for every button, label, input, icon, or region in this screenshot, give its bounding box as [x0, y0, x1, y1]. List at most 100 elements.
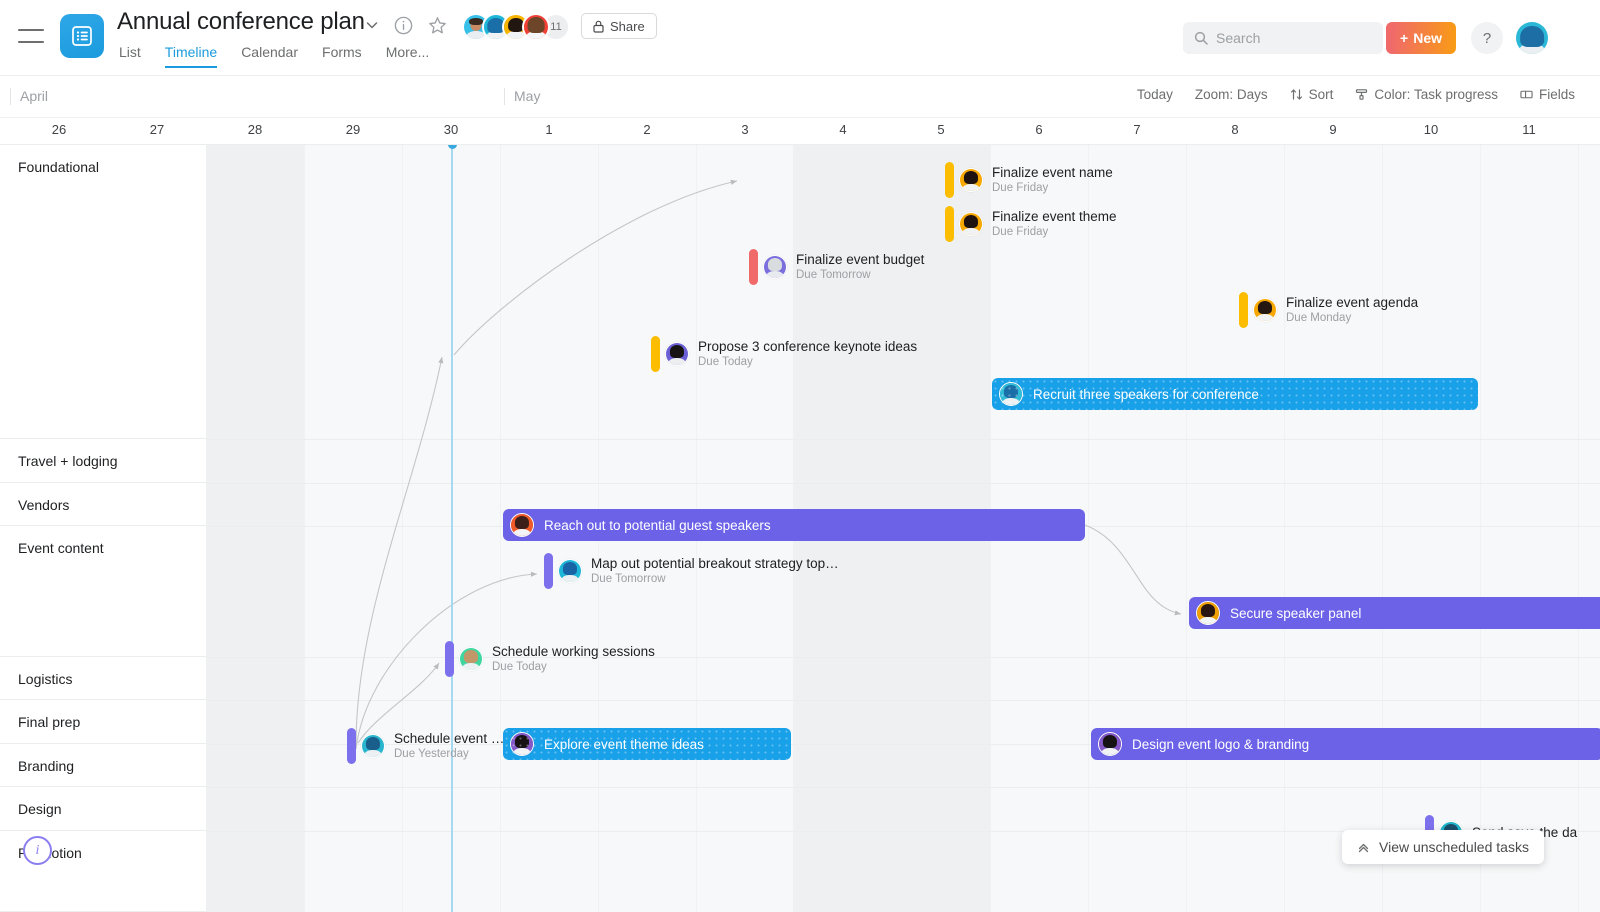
- menu-hamburger-icon[interactable]: [18, 26, 44, 46]
- view-tabs: List Timeline Calendar Forms More...: [119, 44, 429, 68]
- task-schedule-event-truncated[interactable]: Schedule event … Due Yesterday: [347, 728, 504, 764]
- row-label-travel-lodging[interactable]: Travel + lodging: [0, 439, 206, 483]
- row-label-foundational[interactable]: Foundational: [0, 145, 206, 439]
- row-label-design[interactable]: Design: [0, 787, 206, 831]
- tab-calendar[interactable]: Calendar: [241, 44, 298, 68]
- top-bar: Annual conference plan 11 Share List Tim…: [0, 0, 1600, 76]
- task-propose-keynote-ideas[interactable]: Propose 3 conference keynote ideas Due To…: [651, 336, 917, 372]
- view-unscheduled-tasks-button[interactable]: View unscheduled tasks: [1342, 830, 1544, 864]
- star-icon[interactable]: [427, 15, 449, 37]
- task-finalize-event-agenda[interactable]: Finalize event agenda Due Monday: [1239, 292, 1418, 328]
- task-title: Recruit three speakers for conference: [1033, 386, 1259, 402]
- row-label-final-prep[interactable]: Final prep: [0, 700, 206, 744]
- tab-forms[interactable]: Forms: [322, 44, 362, 68]
- new-button[interactable]: + New: [1386, 22, 1456, 54]
- share-label: Share: [610, 18, 645, 34]
- day-gridline: [500, 145, 501, 912]
- task-progress-stub[interactable]: [945, 206, 954, 242]
- timeline-toolbar: April May Today Zoom: Days Sort Color: T…: [0, 76, 1600, 118]
- task-title: Finalize event agenda: [1286, 294, 1419, 310]
- search-box[interactable]: [1183, 22, 1383, 54]
- row-label-vendors[interactable]: Vendors: [0, 483, 206, 526]
- task-reach-out-guest-speakers[interactable]: Reach out to potential guest speakers: [503, 509, 1085, 541]
- task-title: Secure speaker panel: [1230, 605, 1362, 621]
- assignee-avatar: [665, 342, 689, 366]
- assignee-avatar: [959, 168, 983, 192]
- task-text: Finalize event agenda Due Monday: [1286, 295, 1418, 326]
- toolbar-actions: Today Zoom: Days Sort Color: Task progre…: [1137, 87, 1575, 102]
- task-text: Schedule working sessions Due Today: [492, 644, 655, 675]
- project-icon: [60, 14, 104, 58]
- tab-timeline[interactable]: Timeline: [164, 44, 218, 68]
- assignee-avatar: [510, 732, 534, 756]
- task-due-date: Due Yesterday: [394, 747, 469, 760]
- day-tick-11: 11: [1522, 122, 1536, 137]
- day-tick-29: 29: [345, 122, 361, 137]
- sort-button[interactable]: Sort: [1290, 87, 1333, 102]
- task-title: Reach out to potential guest speakers: [544, 517, 771, 533]
- task-recruit-three-speakers[interactable]: Recruit three speakers for conference: [992, 378, 1478, 410]
- task-text: Map out potential breakout strategy top……: [591, 556, 839, 587]
- task-bar[interactable]: Secure speaker panel: [1189, 597, 1600, 629]
- task-progress-stub[interactable]: [651, 336, 660, 372]
- task-schedule-working-sessions[interactable]: Schedule working sessions Due Today: [445, 641, 655, 677]
- today-button[interactable]: Today: [1137, 87, 1173, 102]
- assignee-avatar: [510, 513, 534, 537]
- task-finalize-event-budget[interactable]: Finalize event budget Due Tomorrow: [749, 249, 924, 285]
- assignee-avatar: [1196, 601, 1220, 625]
- task-bar[interactable]: Reach out to potential guest speakers: [503, 509, 1085, 541]
- task-bar[interactable]: Explore event theme ideas: [503, 728, 791, 760]
- day-gridline: [1382, 145, 1383, 912]
- task-progress-stub[interactable]: [544, 553, 553, 589]
- info-fab-icon[interactable]: i: [23, 836, 52, 865]
- tab-more[interactable]: More...: [386, 44, 430, 68]
- task-title: Propose 3 conference keynote ideas: [698, 338, 918, 354]
- search-input[interactable]: [1216, 30, 1372, 46]
- day-tick-28: 28: [247, 122, 263, 137]
- tab-list[interactable]: List: [119, 44, 141, 68]
- day-tick-7: 7: [1133, 122, 1141, 137]
- task-finalize-event-theme[interactable]: Finalize event theme Due Friday: [945, 206, 1117, 242]
- task-bar[interactable]: Recruit three speakers for conference: [992, 378, 1478, 410]
- task-text: Finalize event theme Due Friday: [992, 209, 1117, 240]
- task-due-date: Due Tomorrow: [591, 572, 666, 585]
- assignee-avatar: [763, 255, 787, 279]
- task-progress-stub[interactable]: [749, 249, 758, 285]
- today-marker-line: [451, 145, 453, 912]
- timeline-app: Annual conference plan 11 Share List Tim…: [0, 0, 1600, 912]
- task-progress-stub[interactable]: [1239, 292, 1248, 328]
- task-design-event-logo-branding[interactable]: Design event logo & branding: [1091, 728, 1600, 760]
- task-secure-speaker-panel[interactable]: Secure speaker panel: [1189, 597, 1600, 629]
- color-button[interactable]: Color: Task progress: [1355, 87, 1498, 102]
- task-text: Finalize event name Due Friday: [992, 165, 1113, 196]
- fields-icon: [1520, 90, 1533, 99]
- row-label-text: Final prep: [18, 714, 81, 730]
- assignee-avatar: [1253, 298, 1277, 322]
- day-tick-2: 2: [643, 122, 651, 137]
- chevron-down-icon[interactable]: [364, 17, 380, 33]
- search-icon: [1194, 31, 1208, 45]
- assignee-avatar: [459, 647, 483, 671]
- help-button[interactable]: ?: [1471, 22, 1503, 54]
- member-avatars[interactable]: 11: [462, 13, 570, 41]
- fields-button[interactable]: Fields: [1520, 87, 1575, 102]
- task-progress-stub[interactable]: [445, 641, 454, 677]
- row-label-logistics[interactable]: Logistics: [0, 657, 206, 700]
- assignee-avatar: [1098, 732, 1122, 756]
- zoom-button[interactable]: Zoom: Days: [1195, 87, 1268, 102]
- info-icon[interactable]: [393, 15, 415, 37]
- task-finalize-event-name[interactable]: Finalize event name Due Friday: [945, 162, 1113, 198]
- row-label-branding[interactable]: Branding: [0, 744, 206, 787]
- current-user-avatar[interactable]: [1516, 22, 1548, 54]
- task-map-out-breakout-topics[interactable]: Map out potential breakout strategy top……: [544, 553, 839, 589]
- task-progress-stub[interactable]: [945, 162, 954, 198]
- row-label-event-content[interactable]: Event content: [0, 526, 206, 657]
- task-bar[interactable]: Design event logo & branding: [1091, 728, 1600, 760]
- task-due-date: Due Today: [698, 355, 753, 368]
- task-title: Schedule working sessions: [492, 643, 655, 659]
- task-progress-stub[interactable]: [347, 728, 356, 764]
- share-button[interactable]: Share: [581, 13, 657, 39]
- task-due-date: Due Tomorrow: [796, 268, 871, 281]
- task-explore-event-theme-ideas[interactable]: Explore event theme ideas: [503, 728, 791, 760]
- lane-separator: [206, 787, 1600, 788]
